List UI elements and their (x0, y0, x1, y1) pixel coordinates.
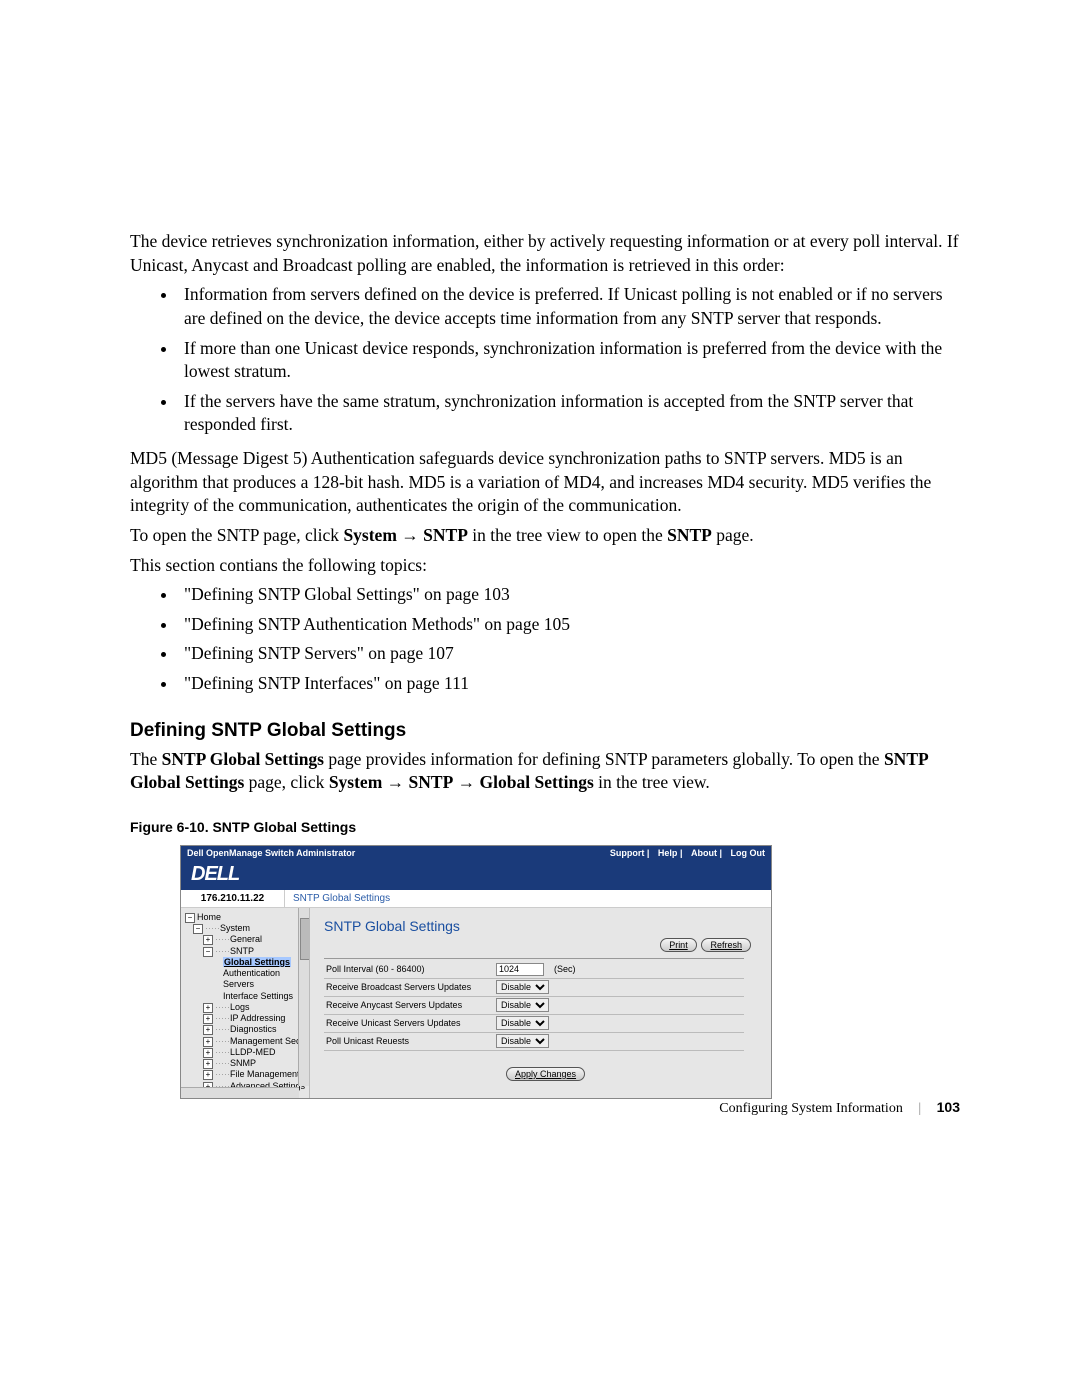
scrollbar-vertical[interactable] (298, 908, 309, 1086)
list-item: "Defining SNTP Interfaces" on page 111 (178, 672, 960, 696)
tree-file-mgmt[interactable]: File Management (230, 1069, 300, 1079)
breadcrumb: SNTP Global Settings (285, 890, 771, 908)
broadcast-select[interactable]: Disable (496, 980, 549, 994)
page-number: 103 (937, 1099, 960, 1115)
main-panel: SNTP Global Settings Print Refresh Poll … (310, 908, 771, 1098)
tree-logs[interactable]: Logs (230, 1002, 250, 1012)
bold-sntp: SNTP (667, 525, 712, 545)
expand-icon[interactable]: + (203, 1025, 213, 1035)
text-fragment: page provides information for defining S… (324, 749, 884, 769)
poll-unicast-select[interactable]: Disable (496, 1034, 549, 1048)
unicast-select[interactable]: Disable (496, 1016, 549, 1030)
arrow-icon: → (382, 772, 408, 792)
nav-logout[interactable]: Log Out (731, 848, 766, 858)
expand-icon[interactable]: + (203, 1059, 213, 1069)
form-row-poll-unicast: Poll Unicast Reuests Disable (324, 1033, 744, 1051)
field-label: Receive Anycast Servers Updates (324, 1000, 496, 1010)
tree-diagnostics[interactable]: Diagnostics (230, 1024, 277, 1034)
list-item: "Defining SNTP Global Settings" on page … (178, 583, 960, 607)
figure-caption: Figure 6-10. SNTP Global Settings (130, 819, 960, 835)
window-title: Dell OpenManage Switch Administrator (187, 848, 355, 858)
arrow-icon: → (397, 525, 423, 545)
text-fragment: in the tree view. (594, 772, 710, 792)
open-sntp-paragraph: To open the SNTP page, click System → SN… (130, 524, 960, 548)
bold-system: System (343, 525, 396, 545)
refresh-button[interactable]: Refresh (701, 938, 751, 952)
section-heading: Defining SNTP Global Settings (130, 720, 960, 742)
list-item: "Defining SNTP Authentication Methods" o… (178, 613, 960, 637)
separator (324, 958, 744, 959)
panel-title: SNTP Global Settings (324, 918, 757, 934)
list-item: If more than one Unicast device responds… (178, 337, 960, 384)
bold-sntp: SNTP (423, 525, 468, 545)
tree-authentication[interactable]: Authentication (223, 968, 280, 978)
anycast-select[interactable]: Disable (496, 998, 549, 1012)
text-fragment: To open the SNTP page, click (130, 525, 343, 545)
nav-tree[interactable]: −Home −·····System +·····General −·····S… (181, 908, 310, 1098)
footer-divider: | (918, 1101, 921, 1116)
text-fragment: page. (712, 525, 754, 545)
scrollbar-horizontal[interactable] (181, 1087, 299, 1098)
poll-interval-input[interactable] (496, 963, 544, 976)
window-titlebar: Dell OpenManage Switch Administrator Sup… (181, 846, 771, 860)
apply-changes-button[interactable]: Apply Changes (506, 1067, 585, 1081)
form-row-poll-interval: Poll Interval (60 - 86400) (Sec) (324, 961, 744, 979)
expand-icon[interactable]: + (203, 1003, 213, 1013)
expand-icon[interactable]: + (203, 1048, 213, 1058)
tree-lldp-med[interactable]: LLDP-MED (230, 1047, 276, 1057)
form-row-unicast: Receive Unicast Servers Updates Disable (324, 1015, 744, 1033)
nav-support[interactable]: Support (610, 848, 645, 858)
field-label: Poll Interval (60 - 86400) (324, 964, 496, 974)
list-item: If the servers have the same stratum, sy… (178, 390, 960, 437)
field-label: Receive Broadcast Servers Updates (324, 982, 496, 992)
bold-text: SNTP (409, 772, 454, 792)
dell-logo: DELL (181, 860, 771, 890)
form-row-anycast: Receive Anycast Servers Updates Disable (324, 997, 744, 1015)
tree-global-settings[interactable]: Global Settings (223, 957, 291, 967)
list-item: "Defining SNTP Servers" on page 107 (178, 642, 960, 666)
collapse-icon[interactable]: − (185, 913, 195, 923)
unit-label: (Sec) (554, 964, 576, 974)
text-fragment: in the tree view to open the (468, 525, 667, 545)
text-fragment: page, click (244, 772, 329, 792)
tree-ip-addressing[interactable]: IP Addressing (230, 1013, 285, 1023)
topics-list: "Defining SNTP Global Settings" on page … (130, 583, 960, 696)
tree-snmp[interactable]: SNMP (230, 1058, 256, 1068)
tree-system[interactable]: System (220, 923, 250, 933)
field-label: Receive Unicast Servers Updates (324, 1018, 496, 1028)
footer-section: Configuring System Information (719, 1101, 903, 1116)
tree-sntp[interactable]: SNTP (230, 946, 254, 956)
form-row-broadcast: Receive Broadcast Servers Updates Disabl… (324, 979, 744, 997)
scrollbar-thumb[interactable] (300, 918, 310, 960)
bold-text: Global Settings (480, 772, 594, 792)
bold-text: SNTP Global Settings (162, 749, 324, 769)
defining-paragraph: The SNTP Global Settings page provides i… (130, 748, 960, 795)
tree-interface-settings[interactable]: Interface Settings (223, 991, 293, 1001)
md5-paragraph: MD5 (Message Digest 5) Authentication sa… (130, 447, 960, 518)
field-label: Poll Unicast Reuests (324, 1036, 496, 1046)
bold-text: System (329, 772, 382, 792)
expand-icon[interactable]: + (203, 935, 213, 945)
collapse-icon[interactable]: − (193, 924, 203, 934)
text-fragment: The (130, 749, 162, 769)
topics-intro: This section contians the following topi… (130, 554, 960, 578)
tree-general[interactable]: General (230, 934, 262, 944)
nav-help[interactable]: Help (658, 848, 678, 858)
intro-paragraph: The device retrieves synchronization inf… (130, 230, 960, 277)
list-item: Information from servers defined on the … (178, 283, 960, 330)
tree-home[interactable]: Home (197, 912, 221, 922)
expand-icon[interactable]: + (203, 1070, 213, 1080)
print-button[interactable]: Print (660, 938, 697, 952)
expand-icon[interactable]: + (203, 1014, 213, 1024)
nav-about[interactable]: About (691, 848, 717, 858)
collapse-icon[interactable]: − (203, 947, 213, 957)
polling-order-list: Information from servers defined on the … (130, 283, 960, 437)
device-ip: 176.210.11.22 (181, 890, 285, 908)
expand-icon[interactable]: + (203, 1037, 213, 1047)
arrow-icon: → (453, 772, 479, 792)
page-footer: Configuring System Information | 103 (719, 1099, 960, 1117)
screenshot-sntp-global-settings: Dell OpenManage Switch Administrator Sup… (180, 845, 772, 1099)
tree-servers[interactable]: Servers (223, 979, 254, 989)
